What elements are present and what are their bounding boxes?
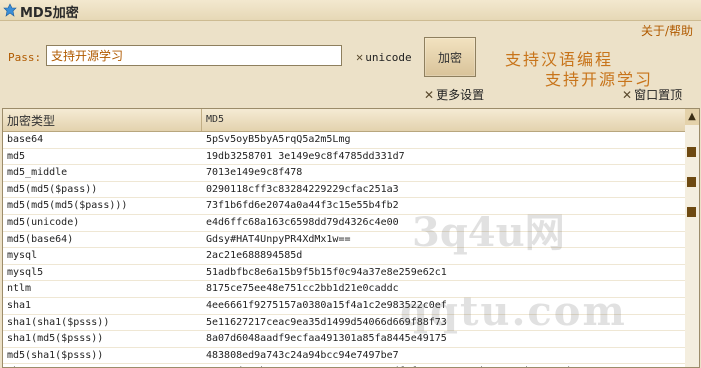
- cell-type: sha1: [7, 299, 32, 311]
- cell-type: sha1(sha1($psss)): [7, 316, 110, 328]
- help-link[interactable]: 关于/帮助: [641, 22, 693, 39]
- cell-md5: e4d6ffc68a163c6598dd79d4326c4e00: [206, 216, 399, 228]
- cell-type: md5(md5($pass)): [7, 183, 98, 195]
- table-row[interactable]: sha1(md5($psss)) 8a07d6048aadf9ecfaa49130…: [3, 331, 686, 348]
- cell-md5: 19db3258701 3e149e9c8f4785dd331d7: [206, 150, 405, 162]
- title-bar: MD5加密: [0, 0, 701, 21]
- table-row[interactable]: mysql 2ac21e688894585d: [3, 248, 686, 265]
- results-table[interactable]: 加密类型 MD5 base64 5pSv5oyB5byA5rqQ5a2m5Lmg m…: [2, 108, 687, 368]
- cell-md5: 8175ce75ee48e751cc2bb1d21e0caddc: [206, 283, 399, 295]
- table-row[interactable]: mysql5 51adbfbc8e6a15b9f5b15f0c94a37e8e25…: [3, 265, 686, 282]
- table-row[interactable]: md5(sha1($psss)) 483808ed9a743c24a94bcc94…: [3, 348, 686, 365]
- table-row[interactable]: base64 5pSv5oyB5byA5rqQ5a2m5Lmg: [3, 132, 686, 149]
- cell-type: mysql: [7, 250, 38, 262]
- column-header-md5[interactable]: MD5: [202, 109, 686, 131]
- more-settings-checkbox[interactable]: ✕ 更多设置: [424, 86, 484, 103]
- table-body: base64 5pSv5oyB5byA5rqQ5a2m5Lmg md5 19db325…: [3, 132, 686, 367]
- window-on-top-checkbox[interactable]: ✕ 窗口置顶: [622, 86, 682, 103]
- table-row[interactable]: sha256e865cd52ab269a0c0284218a6cee747dfe…: [3, 364, 686, 367]
- checkmark-icon: ✕: [424, 87, 435, 102]
- cell-md5: 0290118cff3c83284229229cfac251a3: [206, 183, 399, 195]
- unicode-checkbox[interactable]: ✕ unicode: [356, 50, 412, 64]
- cell-md5: e865cd52ab269a0c0284218a6cee747dfef8ca3c…: [202, 364, 686, 367]
- cell-md5: 4ee6661f9275157a0380a15f4a1c2e983522c0ef: [206, 299, 447, 311]
- cell-md5: 73f1b6fd6e2074a0a44f3c15e55b4fb2: [206, 200, 399, 212]
- table-row[interactable]: md5(md5($pass)) 0290118cff3c83284229229cf…: [3, 182, 686, 199]
- cell-type: md5(sha1($psss)): [7, 349, 104, 361]
- cell-md5: Gdsy#HAT4UnpyPR4XdMx1w==: [206, 233, 351, 245]
- table-row[interactable]: sha1 4ee6661f9275157a0380a15f4a1c2e983522…: [3, 298, 686, 315]
- table-row[interactable]: md5_middle 7013e149e9c8f478: [3, 165, 686, 182]
- pass-input[interactable]: [46, 45, 342, 66]
- vertical-scrollbar[interactable]: ▲: [685, 108, 700, 368]
- scroll-marker: [687, 147, 696, 157]
- table-header: 加密类型 MD5: [3, 109, 686, 132]
- app-icon: [3, 3, 17, 17]
- scroll-marker: [687, 177, 696, 187]
- table-row[interactable]: ntlm 8175ce75ee48e751cc2bb1d21e0caddc: [3, 281, 686, 298]
- table-row[interactable]: md5(md5(md5($pass))) 73f1b6fd6e2074a0a44f…: [3, 198, 686, 215]
- window-title: MD5加密: [20, 6, 79, 21]
- cell-type: md5: [7, 150, 26, 162]
- cell-type: md5(base64): [7, 233, 74, 245]
- cell-md5: 8a07d6048aadf9ecfaa491301a85fa8445e49175: [206, 333, 447, 345]
- column-header-type[interactable]: 加密类型: [3, 109, 202, 131]
- more-settings-label: 更多设置: [436, 88, 485, 102]
- cell-type: base64: [7, 134, 44, 145]
- cell-md5: 51adbfbc8e6a15b9f5b15f0c94a37e8e259e62c1: [206, 266, 447, 278]
- cell-type: sha256: [3, 364, 202, 367]
- table-row[interactable]: md5(unicode) e4d6ffc68a163c6598dd79d4326c…: [3, 215, 686, 232]
- cell-md5: 483808ed9a743c24a94bcc94e7497be7: [206, 349, 399, 361]
- checkmark-icon: ✕: [356, 50, 364, 64]
- pass-label: Pass:: [8, 51, 42, 64]
- cell-type: md5(md5(md5($pass))): [7, 200, 128, 212]
- cell-md5: 7013e149e9c8f478: [206, 167, 303, 179]
- table-row[interactable]: md5(base64) Gdsy#HAT4UnpyPR4XdMx1w==: [3, 232, 686, 249]
- scroll-marker: [687, 207, 696, 217]
- cell-type: md5_middle: [7, 167, 68, 179]
- cell-type: sha1(md5($psss)): [7, 333, 104, 345]
- cell-md5: 2ac21e688894585d: [206, 250, 303, 262]
- checkmark-icon: ✕: [622, 87, 633, 102]
- cell-type: ntlm: [7, 283, 32, 295]
- table-row[interactable]: sha1(sha1($psss)) 5e11627217ceac9ea35d149…: [3, 315, 686, 332]
- table-row[interactable]: md5 19db3258701 3e149e9c8f4785dd331d7: [3, 149, 686, 166]
- unicode-label: unicode: [365, 50, 412, 64]
- encrypt-button[interactable]: 加密: [424, 37, 476, 77]
- window-on-top-label: 窗口置顶: [634, 88, 683, 102]
- cell-type: md5(unicode): [7, 216, 80, 228]
- cell-md5: 5pSv5oyB5byA5rqQ5a2m5Lmg: [206, 134, 351, 145]
- cell-md5: 5e11627217ceac9ea35d1499d54066d669f88f73: [206, 316, 447, 328]
- scroll-up-icon[interactable]: ▲: [685, 109, 699, 125]
- cell-type: mysql5: [7, 266, 44, 278]
